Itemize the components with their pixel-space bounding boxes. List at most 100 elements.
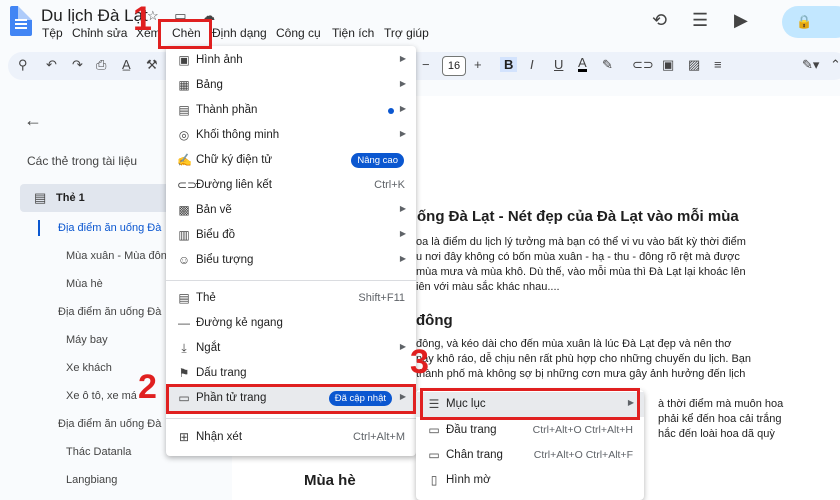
doc-paragraph-line: thành phố mà không sợ bị những cơn mưa g… [416, 368, 746, 380]
tab-icon: ▤ [34, 190, 47, 205]
menu-item-comment[interactable]: ⊞ Nhận xét Ctrl+Alt+M [166, 425, 416, 450]
menu-item-emoji[interactable]: ☺ Biểu tượng ▶ [166, 248, 416, 273]
text-color-button[interactable]: A [578, 56, 587, 72]
paint-format-icon[interactable]: ⚒ [146, 57, 158, 73]
submenu-arrow-icon: ▶ [399, 79, 406, 88]
outline-item[interactable]: Thác Datanla [66, 446, 166, 458]
step-number-1: 1 [133, 0, 152, 38]
submenu-arrow-icon: ▶ [399, 129, 406, 138]
menu-item-chart[interactable]: ▥ Biểu đồ ▶ [166, 223, 416, 248]
meet-icon[interactable]: ▶ [734, 10, 748, 31]
doc-paragraph-line: iên với màu sắc khác nhau.... [416, 281, 560, 293]
docs-logo-icon[interactable] [10, 6, 32, 36]
comments-icon[interactable]: ☰ [692, 10, 708, 31]
menu-item-horizontal-line[interactable]: — Đường kẻ ngang [166, 311, 416, 336]
outline-item[interactable]: Langbiang [66, 474, 166, 486]
print-icon[interactable]: ⎙ [96, 57, 106, 73]
menu-separator [166, 280, 416, 281]
menu-file[interactable]: Tệp [42, 26, 63, 40]
menu-item-smart-chips[interactable]: ◎ Khối thông minh ▶ [166, 123, 416, 148]
menu-item-link[interactable]: ⊂⊃ Đường liên kết Ctrl+K [166, 173, 416, 198]
insert-link-icon[interactable]: ⊂⊃ [632, 57, 654, 73]
increase-font-icon[interactable]: + [474, 57, 482, 72]
back-arrow-icon[interactable]: ← [24, 110, 42, 131]
title-bar: Du lịch Đà Lạt ☆ ▭ ☁ Tệp Chỉnh sửa Xem C… [0, 0, 840, 48]
italic-button[interactable]: I [530, 57, 534, 72]
smart-chips-icon: ◎ [178, 128, 190, 142]
highlight-icon[interactable]: ✎ [602, 57, 613, 73]
menu-item-shortcut: Shift+F11 [358, 292, 405, 304]
outline-item[interactable]: Địa điểm ăn uống Đà [58, 306, 166, 318]
tab-icon: ▤ [178, 291, 190, 305]
menu-edit[interactable]: Chỉnh sửa [72, 26, 127, 40]
history-icon[interactable]: ⟲ [652, 10, 667, 31]
menu-item-shortcut: Ctrl+Alt+O Ctrl+Alt+F [533, 449, 633, 461]
step-number-2: 2 [138, 368, 157, 406]
spellcheck-icon[interactable]: A̲ [122, 57, 131, 72]
submenu-item-watermark[interactable]: ▯ Hình mờ [416, 468, 644, 493]
collapse-toolbar-icon[interactable]: ⌃ [830, 57, 840, 73]
menu-item-label: Bảng [196, 79, 223, 91]
editing-mode-icon[interactable]: ✎▾ [802, 57, 819, 73]
menu-item-image[interactable]: ▣ Hình ảnh ▶ [166, 48, 416, 73]
toolbar: ⚲ ↶ ↷ ⎙ A̲ ⚒ − 16 + B I U A ✎ ⊂⊃ ▣ ▨ ≡ ✎… [8, 52, 840, 80]
menu-item-label: Chân trang [446, 449, 503, 461]
doc-heading: ống Đà Lạt - Nét đẹp của Đà Lạt vào mỗi … [417, 208, 739, 225]
outline-item[interactable]: Mùa hè [66, 278, 166, 290]
outline-active-marker [38, 220, 40, 236]
menu-item-esignature[interactable]: ✍ Chữ ký điện tử Nâng cao [166, 148, 416, 173]
header-icon: ▭ [428, 423, 440, 437]
menu-extensions[interactable]: Tiện ích [332, 26, 374, 40]
align-icon[interactable]: ≡ [714, 57, 722, 72]
outline-item[interactable]: Máy bay [66, 334, 166, 346]
menu-item-label: Biểu đồ [196, 229, 236, 241]
search-menus-icon[interactable]: ⚲ [18, 57, 28, 73]
menu-item-label: Đường liên kết [196, 179, 272, 191]
horizontal-line-icon: — [178, 316, 190, 330]
upgrade-badge: Nâng cao [351, 153, 404, 168]
add-comment-icon[interactable]: ▣ [662, 57, 674, 73]
menu-item-bookmark[interactable]: ⚑ Dấu trang [166, 361, 416, 386]
menu-item-tab[interactable]: ▤ Thẻ Shift+F11 [166, 286, 416, 311]
decrease-font-icon[interactable]: − [422, 57, 430, 72]
lock-icon: 🔒 [796, 14, 813, 29]
menu-tools[interactable]: Công cụ [276, 26, 321, 40]
doc-subheading: đông [416, 312, 453, 329]
submenu-item-header[interactable]: ▭ Đầu trang Ctrl+Alt+O Ctrl+Alt+H [416, 418, 644, 443]
building-blocks-icon: ▤ [178, 103, 190, 117]
menu-item-table[interactable]: ▦ Bảng ▶ [166, 73, 416, 98]
undo-icon[interactable]: ↶ [46, 57, 57, 73]
outline-item[interactable]: Địa điểm ăn uống Đà [58, 418, 166, 430]
emoji-icon: ☺ [177, 253, 191, 267]
bold-button[interactable]: B [500, 57, 518, 72]
drawing-icon: ▩ [178, 203, 190, 217]
outline-item[interactable]: Địa điểm ăn uống Đà [58, 222, 166, 234]
submenu-arrow-icon: ▶ [399, 104, 406, 113]
font-size-input[interactable]: 16 [442, 56, 466, 76]
menu-help[interactable]: Trợ giúp [384, 26, 429, 40]
document-title[interactable]: Du lịch Đà Lạt [41, 6, 148, 26]
menu-item-shortcut: Ctrl+K [374, 179, 405, 191]
menu-item-drawing[interactable]: ▩ Bản vẽ ▶ [166, 198, 416, 223]
share-button[interactable]: 🔒 [782, 6, 840, 38]
doc-paragraph-line: mùa mưa và mùa khô. Dù thế, vào mỗi mùa … [416, 266, 746, 278]
highlight-box-insert [158, 19, 212, 49]
submenu-item-footer[interactable]: ▭ Chân trang Ctrl+Alt+O Ctrl+Alt+F [416, 443, 644, 468]
signature-icon: ✍ [177, 153, 192, 167]
underline-button[interactable]: U [554, 57, 563, 72]
submenu-arrow-icon: ▶ [399, 229, 406, 238]
menu-format[interactable]: Định dạng [212, 26, 267, 40]
menu-item-break[interactable]: ⤓ Ngắt ▶ [166, 336, 416, 361]
break-icon: ⤓ [181, 341, 187, 355]
outline-item[interactable]: Mùa xuân - Mùa đôn [66, 250, 166, 262]
highlight-box-toc [420, 388, 640, 420]
submenu-arrow-icon: ▶ [399, 254, 406, 263]
chart-icon: ▥ [178, 228, 190, 242]
highlight-box-page-elements [166, 384, 416, 414]
doc-paragraph-line: u nơi đây không có bốn mùa xuân - hạ - t… [416, 251, 740, 263]
redo-icon[interactable]: ↷ [72, 57, 83, 73]
insert-image-icon[interactable]: ▨ [688, 57, 700, 73]
doc-paragraph-line: này khô ráo, dễ chịu nên rất phù hợp cho… [416, 353, 752, 365]
menu-item-building-blocks[interactable]: ▤ Thành phần ▶ [166, 98, 416, 123]
menu-item-label: Thẻ [196, 292, 216, 304]
